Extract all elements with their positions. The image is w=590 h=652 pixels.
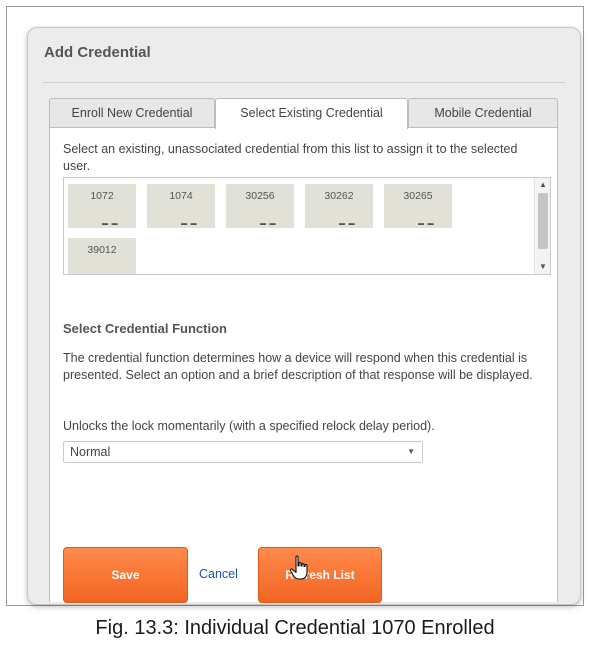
add-credential-dialog: Add Credential Enroll New Credential Sel… bbox=[27, 27, 581, 605]
credential-id: 30262 bbox=[324, 190, 354, 202]
credential-card[interactable]: 30256 ▬ ▬ bbox=[226, 184, 294, 228]
chevron-down-icon: ▼ bbox=[407, 447, 415, 456]
tab-enroll-new-credential[interactable]: Enroll New Credential bbox=[49, 98, 215, 128]
credential-id: 39012 bbox=[87, 244, 117, 256]
figure-caption: Fig. 13.3: Individual Credential 1070 En… bbox=[95, 617, 495, 639]
credential-function-description: The credential function determines how a… bbox=[63, 351, 533, 382]
credential-card[interactable]: 30262 ▬ ▬ bbox=[305, 184, 373, 228]
hand-pointer-icon bbox=[289, 555, 308, 580]
tab-select-existing-credential[interactable]: Select Existing Credential bbox=[215, 98, 408, 129]
card-mark-icon: ▬ ▬ bbox=[339, 221, 356, 227]
credential-id: 1072 bbox=[90, 190, 114, 202]
credential-function-select[interactable]: Normal ▼ bbox=[63, 441, 423, 463]
credential-list[interactable]: 1072 ▬ ▬ 1074 ▬ ▬ 30256 ▬ ▬ 30262 ▬ ▬ 30… bbox=[63, 177, 551, 275]
credential-function-title: Select Credential Function bbox=[63, 321, 227, 336]
credential-list-scrollbar[interactable]: ▲ ▼ bbox=[534, 178, 550, 274]
refresh-list-button[interactable]: Refresh List bbox=[258, 547, 382, 603]
credential-id: 30265 bbox=[403, 190, 433, 202]
figure-frame: Add Credential Enroll New Credential Sel… bbox=[6, 6, 584, 606]
select-existing-intro: Select an existing, unassociated credent… bbox=[63, 142, 518, 173]
credential-id: 30256 bbox=[245, 190, 275, 202]
credential-id: 1074 bbox=[169, 190, 193, 202]
scroll-thumb[interactable] bbox=[538, 193, 548, 249]
scroll-up-arrow-icon[interactable]: ▲ bbox=[535, 178, 550, 192]
card-mark-icon: ▬ ▬ bbox=[418, 221, 435, 227]
dialog-title: Add Credential bbox=[44, 44, 151, 61]
credential-card[interactable]: 30265 ▬ ▬ bbox=[384, 184, 452, 228]
select-existing-panel: Select an existing, unassociated credent… bbox=[49, 127, 558, 603]
card-mark-icon: ▬ ▬ bbox=[102, 221, 119, 227]
title-divider bbox=[43, 82, 565, 83]
credential-card[interactable]: 1072 ▬ ▬ bbox=[68, 184, 136, 228]
credential-function-help: Unlocks the lock momentarily (with a spe… bbox=[63, 419, 435, 433]
card-mark-icon: ▬ ▬ bbox=[181, 221, 198, 227]
tab-mobile-credential[interactable]: Mobile Credential bbox=[408, 98, 558, 128]
selected-function-value: Normal bbox=[70, 445, 111, 459]
credential-card[interactable]: 39012 bbox=[68, 238, 136, 274]
credential-card[interactable]: 1074 ▬ ▬ bbox=[147, 184, 215, 228]
cancel-link[interactable]: Cancel bbox=[199, 567, 238, 581]
scroll-down-arrow-icon[interactable]: ▼ bbox=[535, 260, 550, 274]
save-button[interactable]: Save bbox=[63, 547, 188, 603]
card-mark-icon: ▬ ▬ bbox=[260, 221, 277, 227]
